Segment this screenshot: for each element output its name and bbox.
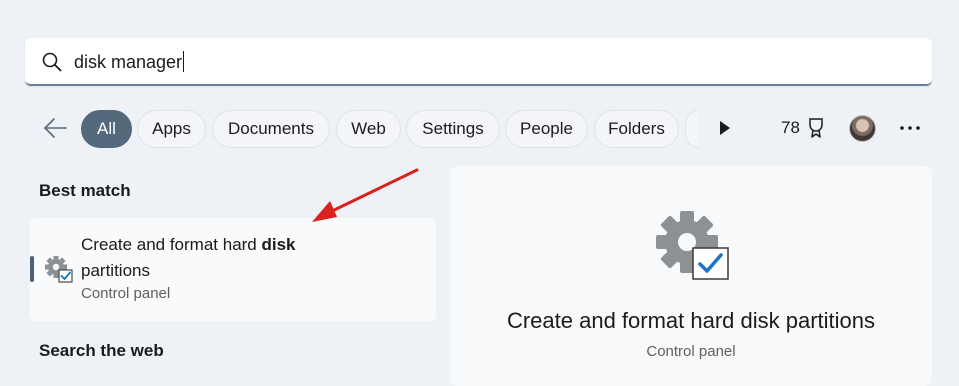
search-web-heading: Search the web — [39, 341, 164, 360]
gear-check-icon — [656, 211, 729, 280]
result-title-end: partitions — [81, 261, 150, 280]
search-icon — [42, 52, 62, 72]
gear-check-icon — [45, 256, 73, 283]
result-subtitle: Control panel — [81, 285, 171, 302]
best-match-result[interactable]: Create and format hard disk partitions Co… — [30, 218, 436, 321]
search-bar[interactable]: disk manager — [25, 38, 932, 86]
play-icon[interactable] — [718, 119, 732, 137]
result-title: Create and format hard disk partitions — [81, 232, 401, 284]
trophy-icon[interactable] — [806, 117, 826, 139]
search-query: disk manager — [74, 52, 183, 72]
tab-overflow[interactable] — [685, 110, 699, 148]
tab-apps[interactable]: Apps — [137, 110, 206, 148]
rewards-points[interactable]: 78 — [781, 118, 800, 138]
annotation-arrow-icon — [312, 168, 419, 222]
text-caret — [183, 51, 185, 72]
preview-title: Create and format hard disk partitions — [506, 308, 876, 333]
search-input[interactable]: disk manager — [74, 51, 185, 73]
more-icon[interactable] — [899, 124, 921, 132]
preview-pane: Create and format hard disk partitions C… — [450, 166, 932, 386]
result-title-start: Create and format hard — [81, 235, 262, 254]
avatar[interactable] — [849, 115, 876, 142]
tab-folders[interactable]: Folders — [594, 110, 679, 148]
tab-web[interactable]: Web — [336, 110, 401, 148]
tab-settings[interactable]: Settings — [406, 110, 500, 148]
tab-all[interactable]: All — [81, 110, 132, 148]
back-arrow-icon[interactable] — [42, 116, 68, 140]
selection-indicator — [30, 256, 34, 282]
tab-documents[interactable]: Documents — [212, 110, 330, 148]
tab-people[interactable]: People — [505, 110, 588, 148]
preview-subtitle: Control panel — [646, 343, 736, 360]
result-title-highlight: disk — [261, 235, 296, 254]
best-match-heading: Best match — [39, 181, 131, 200]
